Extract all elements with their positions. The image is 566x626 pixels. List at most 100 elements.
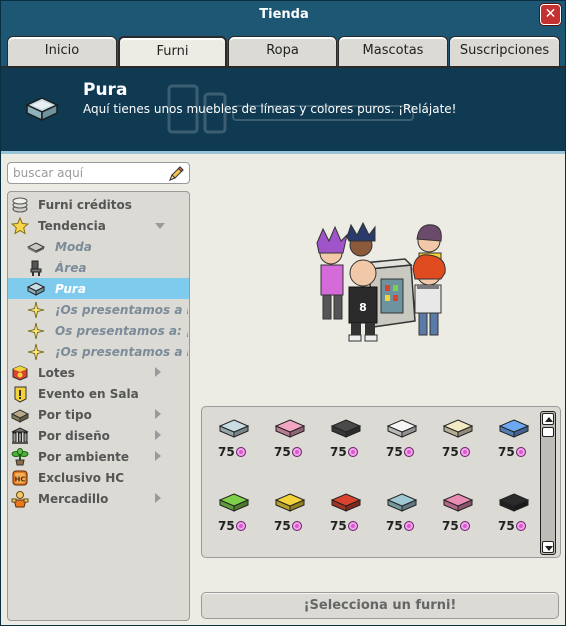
furni-tile-icon xyxy=(218,419,250,438)
diamond-currency-icon xyxy=(460,447,470,457)
tab-inicio[interactable]: Inicio xyxy=(7,36,117,66)
pura-sofa-icon xyxy=(25,97,59,122)
category-los-t[interactable]: ¡Os presentamos a Los T xyxy=(8,299,189,320)
rug-icon xyxy=(27,242,45,253)
title-bar[interactable]: Tienda ✕ xyxy=(1,1,565,29)
diamond-currency-icon xyxy=(348,447,358,457)
furni-tile-icon xyxy=(386,419,418,438)
tab-suscripciones[interactable]: Suscripciones xyxy=(449,36,560,66)
category-label: Mercadillo xyxy=(38,492,109,506)
category-furni-creditos[interactable]: Furni créditos xyxy=(8,194,189,215)
select-furni-button[interactable]: ¡Selecciona un furni! xyxy=(201,592,559,619)
furni-tile-icon xyxy=(386,493,418,512)
furni-tile-icon xyxy=(442,419,474,438)
chevron-right-icon[interactable] xyxy=(155,493,161,503)
category-label: ¡Os presentamos a Los T xyxy=(55,303,188,317)
chevron-right-icon[interactable] xyxy=(155,451,161,461)
hc-icon: HC xyxy=(12,470,28,486)
category-por-diseno[interactable]: Por diseño xyxy=(8,425,189,446)
pura-sofa-icon xyxy=(27,282,45,296)
category-tendencia[interactable]: Tendencia xyxy=(8,215,189,236)
pencil-icon[interactable] xyxy=(167,165,185,183)
furni-item[interactable]: 75 xyxy=(320,487,368,543)
preview-image: 8 xyxy=(316,221,446,342)
category-exclusivo-hc[interactable]: HC Exclusivo HC xyxy=(8,467,189,488)
chevron-right-icon[interactable] xyxy=(155,430,161,440)
furni-price: 75 xyxy=(330,519,347,533)
furni-item[interactable]: 75 xyxy=(320,413,368,469)
furni-tile-icon xyxy=(330,419,362,438)
diamond-currency-icon xyxy=(516,521,526,531)
diamond-currency-icon xyxy=(348,521,358,531)
category-list: Furni créditos Tendencia Moda Área Pura … xyxy=(7,191,190,621)
diamond-currency-icon xyxy=(516,447,526,457)
category-hell[interactable]: Os presentamos a: ¡Hell xyxy=(8,320,189,341)
category-header: Pura Aquí tienes unos muebles de líneas … xyxy=(1,66,565,154)
close-button[interactable]: ✕ xyxy=(540,4,561,25)
category-label: Por diseño xyxy=(38,429,110,443)
category-label: ¡Os presentamos a My M xyxy=(55,345,188,359)
category-label: Os presentamos a: ¡Hell xyxy=(55,324,188,338)
tab-bar: Inicio Furni Ropa Mascotas Suscripciones xyxy=(1,29,565,67)
chair-icon xyxy=(30,260,42,276)
category-label: Moda xyxy=(55,240,92,254)
furni-tile-icon xyxy=(498,419,530,438)
furni-price: 75 xyxy=(218,445,235,459)
category-evento-en-sala[interactable]: Evento en Sala xyxy=(8,383,189,404)
search-box xyxy=(7,162,190,184)
scroll-thumb[interactable] xyxy=(542,427,554,437)
category-pura[interactable]: Pura xyxy=(8,278,189,299)
diamond-currency-icon xyxy=(292,447,302,457)
chevron-right-icon[interactable] xyxy=(155,367,161,377)
furni-item[interactable]: 75 xyxy=(432,487,480,543)
chevron-right-icon[interactable] xyxy=(155,409,161,419)
category-por-tipo[interactable]: Por tipo xyxy=(8,404,189,425)
furni-price: 75 xyxy=(386,519,403,533)
category-label: Tendencia xyxy=(38,219,106,233)
diamond-currency-icon xyxy=(460,521,470,531)
scroll-up-button[interactable] xyxy=(542,413,554,425)
category-my-m[interactable]: ¡Os presentamos a My M xyxy=(8,341,189,362)
furni-item[interactable]: 75 xyxy=(488,487,536,543)
lotes-box-icon xyxy=(12,365,28,381)
furni-item[interactable]: 75 xyxy=(264,413,312,469)
furni-item[interactable]: 75 xyxy=(208,413,256,469)
catalog-window: Tienda ✕ Inicio Furni Ropa Mascotas Susc… xyxy=(0,0,566,626)
furni-item[interactable]: 75 xyxy=(376,487,424,543)
sparkle-icon xyxy=(27,343,45,361)
furni-tile-icon xyxy=(330,493,362,512)
tab-mascotas[interactable]: Mascotas xyxy=(338,36,448,66)
furni-item[interactable]: 75 xyxy=(264,487,312,543)
furni-item[interactable]: 75 xyxy=(488,413,536,469)
tab-furni[interactable]: Furni xyxy=(118,36,227,67)
furni-item[interactable]: 75 xyxy=(376,413,424,469)
market-icon xyxy=(11,491,29,508)
category-por-ambiente[interactable]: Por ambiente xyxy=(8,446,189,467)
furni-price: 75 xyxy=(218,519,235,533)
furni-price: 75 xyxy=(386,445,403,459)
category-moda[interactable]: Moda xyxy=(8,236,189,257)
furni-grid: 75 75 75 75 75 75 75 75 75 75 75 75 xyxy=(201,406,561,558)
scroll-down-button[interactable] xyxy=(542,541,554,553)
search-input[interactable] xyxy=(13,165,163,181)
category-area[interactable]: Área xyxy=(8,257,189,278)
window-title: Tienda xyxy=(259,7,309,22)
furni-tile-icon xyxy=(274,493,306,512)
furni-tile-icon xyxy=(442,493,474,512)
category-label: Por ambiente xyxy=(38,450,129,464)
furni-item[interactable]: 75 xyxy=(432,413,480,469)
tab-ropa[interactable]: Ropa xyxy=(228,36,337,66)
furni-price: 75 xyxy=(274,445,291,459)
grid-scrollbar[interactable] xyxy=(540,411,556,555)
furni-price: 75 xyxy=(274,519,291,533)
category-lotes[interactable]: Lotes xyxy=(8,362,189,383)
diamond-currency-icon xyxy=(292,521,302,531)
chevron-down-icon[interactable] xyxy=(155,223,165,229)
diamond-currency-icon xyxy=(404,521,414,531)
category-mercadillo[interactable]: Mercadillo xyxy=(8,488,189,509)
furni-price: 75 xyxy=(330,445,347,459)
diamond-currency-icon xyxy=(236,521,246,531)
furni-item[interactable]: 75 xyxy=(208,487,256,543)
close-icon: ✕ xyxy=(544,6,557,22)
furni-price: 75 xyxy=(498,445,515,459)
